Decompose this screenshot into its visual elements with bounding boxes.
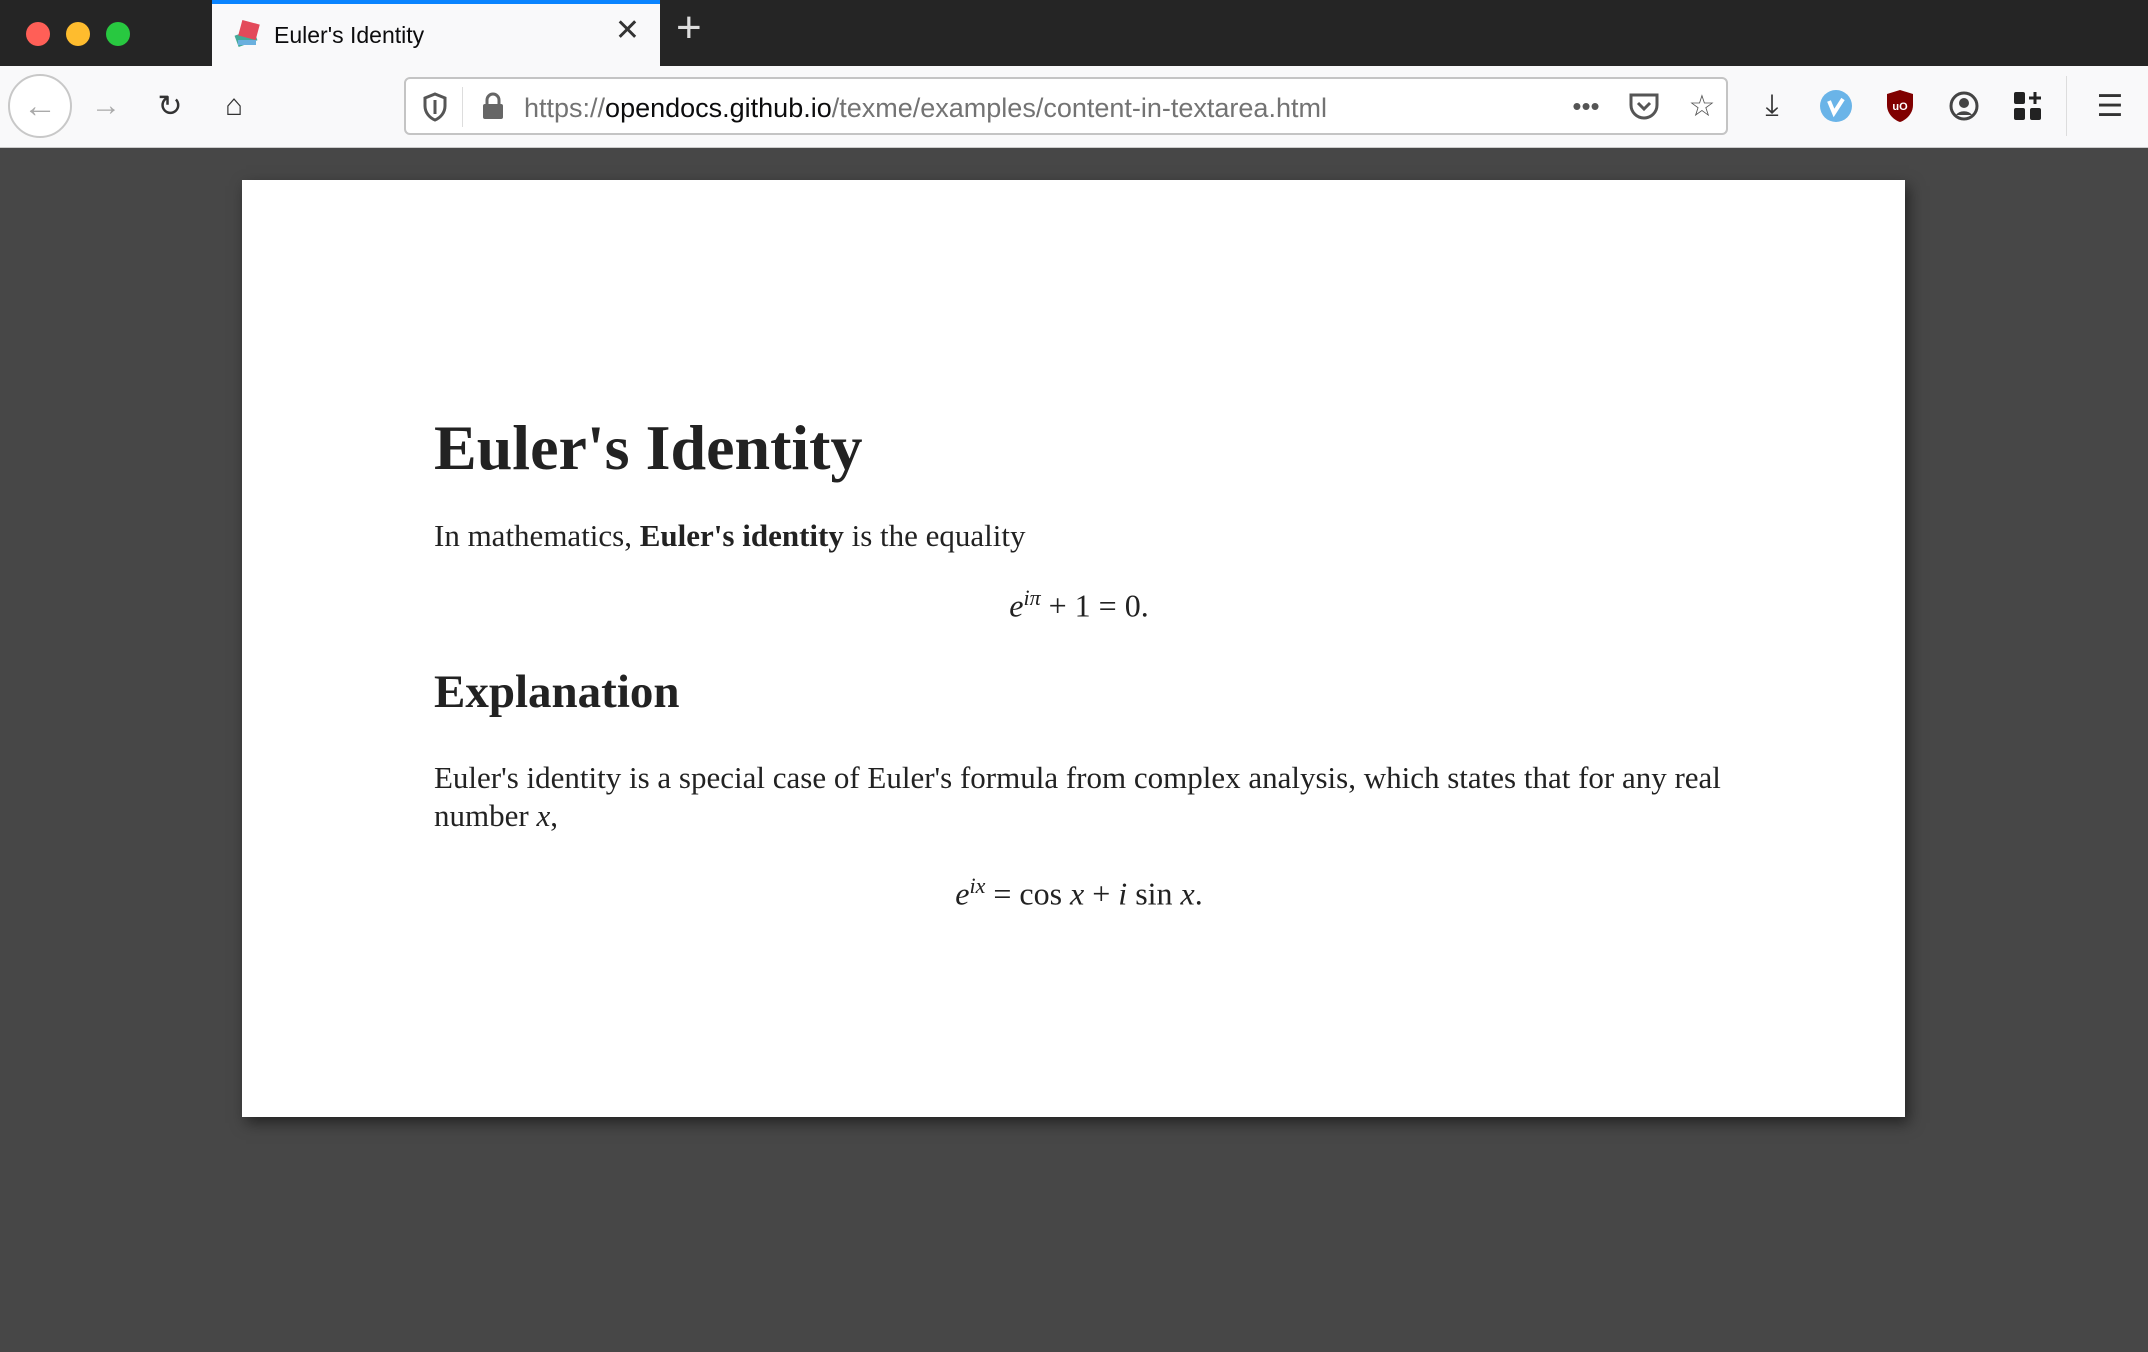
equation-eulers-formula: eix = cos x + i sin x. (955, 872, 1203, 912)
page-actions-icon[interactable]: ••• (1566, 86, 1606, 126)
tab-eulers-identity[interactable]: Euler's Identity ✕ (212, 0, 660, 66)
url-bar[interactable]: https://opendocs.github.io/texme/example… (404, 77, 1728, 135)
page-title: Euler's Identity (434, 412, 863, 483)
toolbar-divider (2066, 76, 2067, 136)
divider (462, 87, 463, 127)
forward-button[interactable]: → (86, 86, 126, 126)
vimeo-extension-icon[interactable] (1816, 86, 1856, 126)
ublock-origin-icon[interactable]: uO (1880, 86, 1920, 126)
back-button[interactable]: ← (8, 74, 72, 138)
svg-text:uO: uO (1892, 101, 1908, 113)
url-text[interactable]: https://opendocs.github.io/texme/example… (524, 93, 1327, 124)
books-favicon-icon (234, 19, 260, 48)
intro-paragraph: In mathematics, Euler's identity is the … (434, 517, 1026, 553)
pocket-icon[interactable] (1628, 91, 1660, 121)
close-window-button[interactable] (26, 22, 50, 46)
document-content: Euler's Identity In mathematics, Euler's… (434, 410, 1724, 937)
arrow-left-icon: ← (23, 86, 57, 125)
minimize-window-button[interactable] (66, 22, 90, 46)
reload-button[interactable]: ↻ (150, 86, 190, 126)
new-tab-button[interactable]: + (676, 6, 702, 50)
tab-bar: Euler's Identity ✕ + (0, 0, 2148, 66)
account-icon[interactable] (1944, 86, 1984, 126)
downloads-icon[interactable]: ⤓ (1752, 86, 1792, 126)
lock-icon[interactable] (480, 91, 506, 121)
document-page: Euler's Identity In mathematics, Euler's… (242, 180, 1905, 1117)
section-heading: Explanation (434, 666, 680, 719)
extensions-grid-icon[interactable] (2008, 86, 2048, 126)
navigation-toolbar: ← → ↻ ⌂ https://opendocs.github.io/texme… (0, 66, 2148, 148)
explanation-paragraph: Euler's identity is a special case of Eu… (434, 759, 1721, 833)
home-button[interactable]: ⌂ (214, 86, 254, 126)
hamburger-menu-icon[interactable]: ☰ (2090, 86, 2130, 126)
tracking-shield-icon[interactable] (422, 92, 448, 122)
tab-title: Euler's Identity (274, 22, 425, 48)
maximize-window-button[interactable] (106, 22, 130, 46)
equation-eulers-identity: eiπ + 1 = 0. (1009, 584, 1149, 624)
bookmark-star-icon[interactable]: ☆ (1682, 86, 1722, 126)
close-tab-icon[interactable]: ✕ (615, 16, 640, 46)
